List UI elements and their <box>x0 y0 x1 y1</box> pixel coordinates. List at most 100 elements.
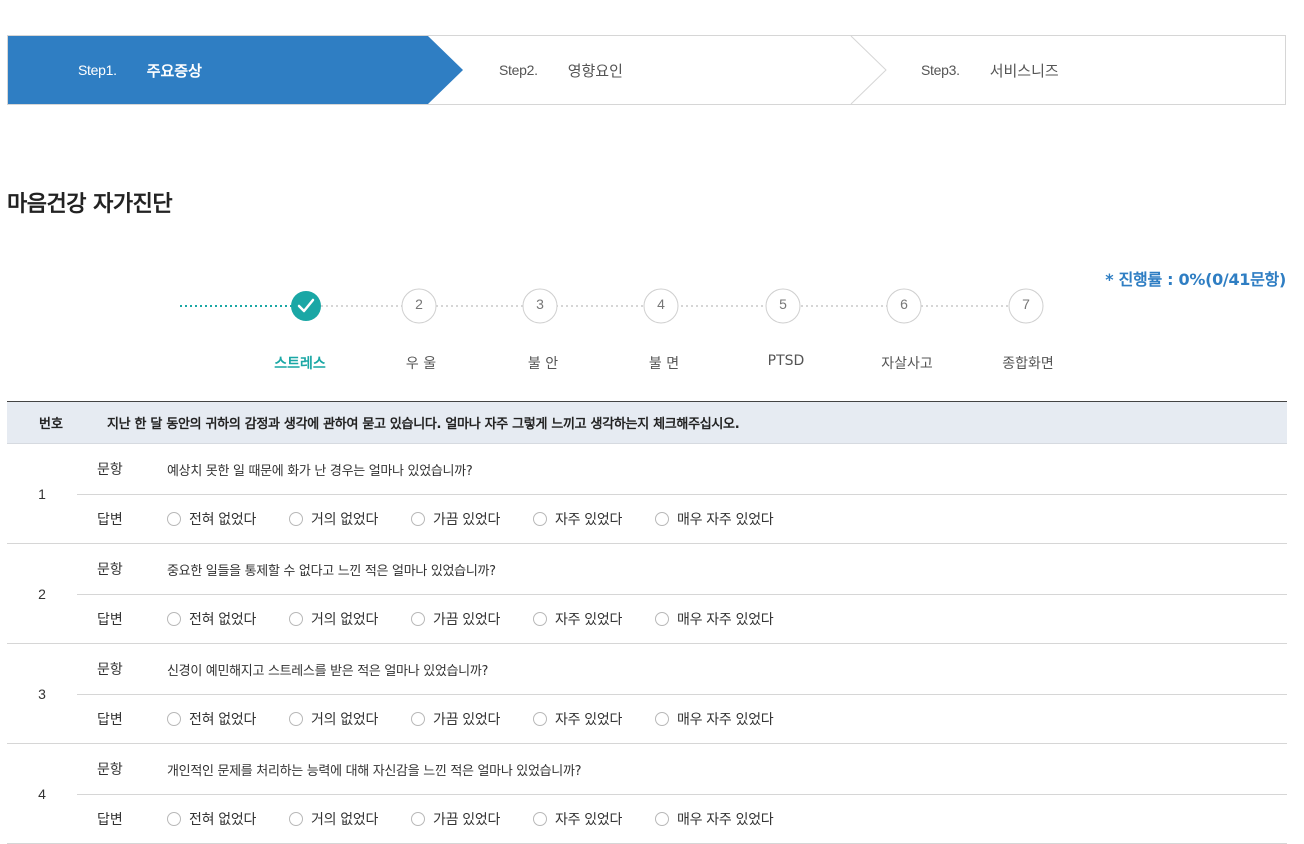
row-number: 2 <box>38 586 46 602</box>
radio-circle-icon[interactable] <box>289 712 303 726</box>
question-text: 예상치 못한 일 때문에 화가 난 경우는 얼마나 있었습니까? <box>167 463 473 479</box>
step-1[interactable]: Step1. 주요증상 <box>78 36 202 104</box>
questionnaire-table: 번호 지난 한 달 동안의 귀하의 감정과 생각에 관하여 묻고 있습니다. 얼… <box>7 401 1287 844</box>
stage-4-number: 4 <box>657 296 665 312</box>
question-text: 개인적인 문제를 처리하는 능력에 대해 자신감을 느낀 적은 얼마나 있었습니… <box>167 763 582 779</box>
stage-2-label[interactable]: 우 울 <box>361 353 481 373</box>
row-number: 1 <box>38 486 46 502</box>
answer-option[interactable]: 전혀 없었다 <box>167 609 289 629</box>
step-1-label: 주요증상 <box>146 61 202 80</box>
question-tag: 문항 <box>97 662 123 678</box>
radio-circle-icon[interactable] <box>289 612 303 626</box>
step-divider-chevron <box>850 36 887 104</box>
answer-option-label: 전혀 없었다 <box>189 712 257 728</box>
answer-option[interactable]: 거의 없었다 <box>289 709 411 729</box>
section-stepper: 2 3 4 5 6 7 스트레스 우 울 불 안 불 면 PTSD 자살사고 종… <box>0 280 1304 380</box>
answer-option[interactable]: 거의 없었다 <box>289 809 411 829</box>
radio-circle-icon[interactable] <box>655 812 669 826</box>
step-2[interactable]: Step2. 영향요인 <box>499 36 623 104</box>
stage-4-label[interactable]: 불 면 <box>604 353 724 373</box>
answer-option-label: 매우 자주 있었다 <box>677 812 774 828</box>
question-line: 문항 중요한 일들을 통제할 수 없다고 느낀 적은 얼마나 있었습니까? <box>97 544 1287 594</box>
radio-circle-icon[interactable] <box>167 612 181 626</box>
answer-option[interactable]: 매우 자주 있었다 <box>655 509 777 529</box>
stage-7-number: 7 <box>1022 296 1030 312</box>
radio-circle-icon[interactable] <box>411 812 425 826</box>
question-tag: 문항 <box>97 462 123 478</box>
answer-option[interactable]: 자주 있었다 <box>533 609 655 629</box>
radio-circle-icon[interactable] <box>655 612 669 626</box>
radio-circle-icon[interactable] <box>411 512 425 526</box>
step-3-label: 서비스니즈 <box>989 61 1059 80</box>
answer-option-label: 전혀 없었다 <box>189 612 257 628</box>
radio-circle-icon[interactable] <box>411 712 425 726</box>
answer-line: 답변 전혀 없었다 거의 없었다 가끔 있었다 자주 있었다 매우 자주 있었다 <box>97 594 1287 644</box>
question-line: 문항 신경이 예민해지고 스트레스를 받은 적은 얼마나 있었습니까? <box>97 644 1287 694</box>
answer-tag: 답변 <box>97 812 123 828</box>
header-number: 번호 <box>39 417 63 432</box>
answer-option[interactable]: 매우 자주 있었다 <box>655 709 777 729</box>
answer-option[interactable]: 자주 있었다 <box>533 509 655 529</box>
stage-5-number: 5 <box>779 296 787 312</box>
answer-option[interactable]: 매우 자주 있었다 <box>655 809 777 829</box>
answer-option[interactable]: 전혀 없었다 <box>167 809 289 829</box>
answer-option[interactable]: 가끔 있었다 <box>411 509 533 529</box>
answer-option-label: 거의 없었다 <box>311 512 379 528</box>
radio-circle-icon[interactable] <box>533 712 547 726</box>
answer-line: 답변 전혀 없었다 거의 없었다 가끔 있었다 자주 있었다 매우 자주 있었다 <box>97 494 1287 544</box>
radio-circle-icon[interactable] <box>411 612 425 626</box>
stage-2-number: 2 <box>415 296 423 312</box>
radio-circle-icon[interactable] <box>533 612 547 626</box>
radio-circle-icon[interactable] <box>289 512 303 526</box>
answer-option[interactable]: 거의 없었다 <box>289 609 411 629</box>
stage-1-label[interactable]: 스트레스 <box>240 353 360 373</box>
answer-line: 답변 전혀 없었다 거의 없었다 가끔 있었다 자주 있었다 매우 자주 있었다 <box>97 794 1287 844</box>
answer-option-label: 자주 있었다 <box>555 612 623 628</box>
radio-circle-icon[interactable] <box>167 812 181 826</box>
table-row: 2 문항 중요한 일들을 통제할 수 없다고 느낀 적은 얼마나 있었습니까? 답변 전… <box>7 544 1287 644</box>
stage-1-circle[interactable] <box>291 291 321 321</box>
answer-option[interactable]: 자주 있었다 <box>533 809 655 829</box>
question-text: 신경이 예민해지고 스트레스를 받은 적은 얼마나 있었습니까? <box>167 663 489 679</box>
answer-option[interactable]: 가끔 있었다 <box>411 609 533 629</box>
radio-circle-icon[interactable] <box>289 812 303 826</box>
answer-option[interactable]: 가끔 있었다 <box>411 709 533 729</box>
stage-3-label[interactable]: 불 안 <box>483 353 603 373</box>
step-3-number: Step3. <box>921 62 960 78</box>
answer-option[interactable]: 자주 있었다 <box>533 709 655 729</box>
step-3[interactable]: Step3. 서비스니즈 <box>921 36 1059 104</box>
question-tag: 문항 <box>97 562 123 578</box>
answer-option[interactable]: 전혀 없었다 <box>167 509 289 529</box>
radio-circle-icon[interactable] <box>655 512 669 526</box>
table-header: 번호 지난 한 달 동안의 귀하의 감정과 생각에 관하여 묻고 있습니다. 얼… <box>7 401 1287 444</box>
answer-tag: 답변 <box>97 612 123 628</box>
answer-option-label: 매우 자주 있었다 <box>677 712 774 728</box>
answer-option-label: 매우 자주 있었다 <box>677 512 774 528</box>
step-2-number: Step2. <box>499 62 538 78</box>
answer-option[interactable]: 전혀 없었다 <box>167 709 289 729</box>
answer-option-label: 가끔 있었다 <box>433 712 501 728</box>
radio-circle-icon[interactable] <box>533 812 547 826</box>
stage-6-label[interactable]: 자살사고 <box>847 353 967 373</box>
answer-option-label: 자주 있었다 <box>555 512 623 528</box>
question-line: 문항 예상치 못한 일 때문에 화가 난 경우는 얼마나 있었습니까? <box>97 444 1287 494</box>
row-number: 4 <box>38 786 46 802</box>
answer-option-label: 거의 없었다 <box>311 712 379 728</box>
answer-option[interactable]: 매우 자주 있었다 <box>655 609 777 629</box>
answer-tag: 답변 <box>97 512 123 528</box>
step-1-number: Step1. <box>78 62 117 78</box>
answer-option-label: 가끔 있었다 <box>433 512 501 528</box>
radio-circle-icon[interactable] <box>167 512 181 526</box>
answer-option[interactable]: 가끔 있었다 <box>411 809 533 829</box>
step1-active-bg <box>8 36 463 104</box>
stage-7-label[interactable]: 종합화면 <box>968 353 1088 373</box>
table-body: 1 문항 예상치 못한 일 때문에 화가 난 경우는 얼마나 있었습니까? 답변 전혀 … <box>7 444 1287 844</box>
answer-option[interactable]: 거의 없었다 <box>289 509 411 529</box>
stage-6-number: 6 <box>900 296 908 312</box>
row-number: 3 <box>38 686 46 702</box>
stage-5-label[interactable]: PTSD <box>726 353 846 369</box>
radio-circle-icon[interactable] <box>533 512 547 526</box>
answer-option-label: 전혀 없었다 <box>189 812 257 828</box>
radio-circle-icon[interactable] <box>655 712 669 726</box>
radio-circle-icon[interactable] <box>167 712 181 726</box>
